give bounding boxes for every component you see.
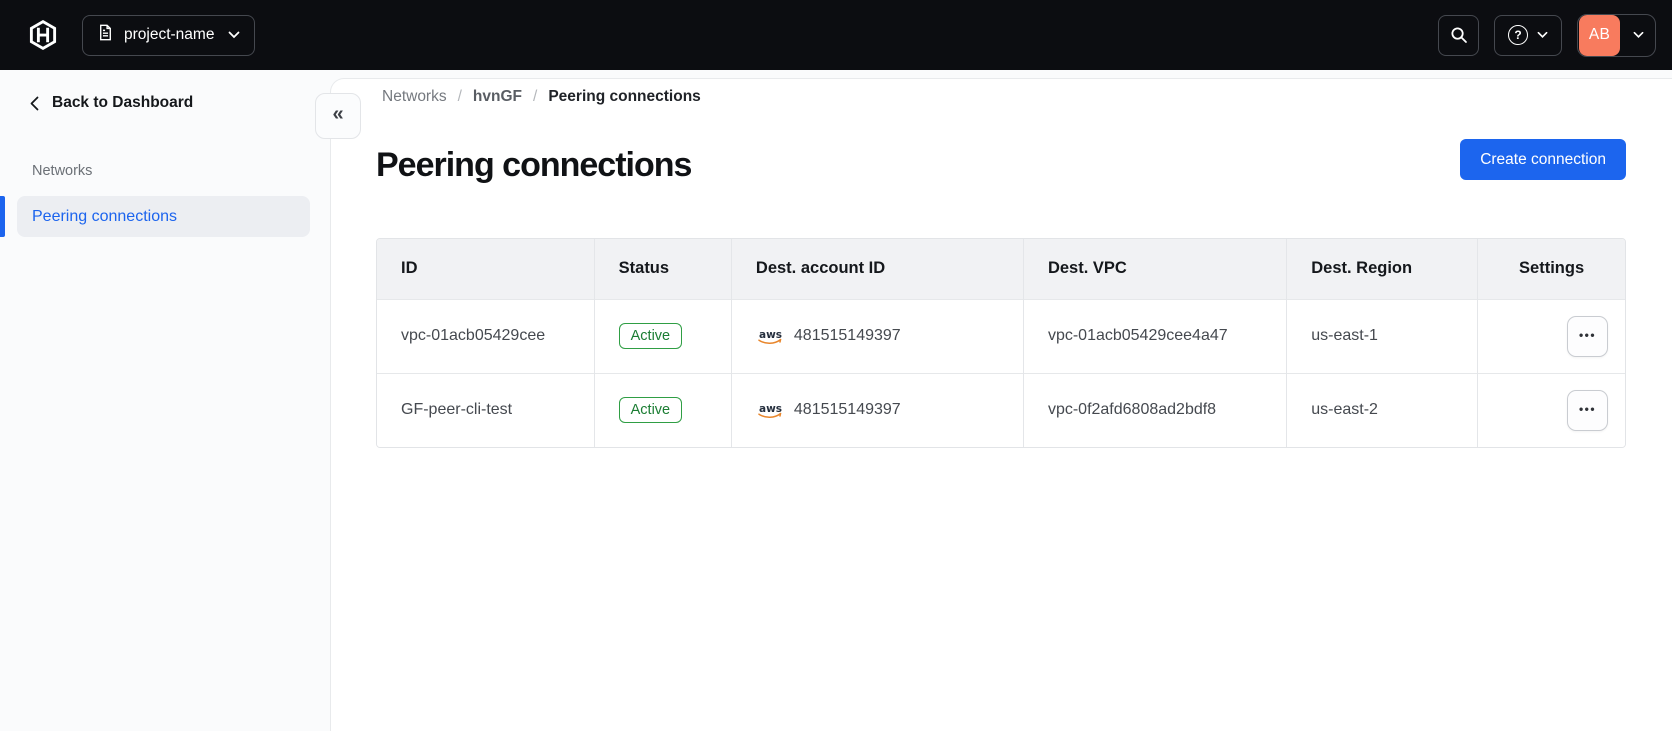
- back-to-dashboard-link[interactable]: Back to Dashboard: [30, 94, 193, 112]
- cell-vpc: vpc-0f2afd6808ad2bdf8: [1022, 372, 1287, 447]
- column-header-status: Status: [593, 239, 732, 299]
- sidebar-section-networks: Networks: [32, 163, 93, 179]
- ellipsis-icon: •••: [1578, 402, 1597, 417]
- avatar: AB: [1579, 14, 1620, 56]
- svg-text:aws: aws: [759, 329, 782, 341]
- column-header-settings: Settings: [1477, 239, 1625, 299]
- project-switcher-dropdown[interactable]: project-name: [82, 14, 256, 56]
- status-badge: Active: [618, 323, 683, 349]
- ellipsis-icon: •••: [1578, 328, 1597, 342]
- active-item-indicator: [0, 196, 5, 237]
- aws-logo-icon: aws: [758, 329, 782, 344]
- breadcrumb-item-current: Peering connections: [548, 88, 701, 105]
- row-actions-button[interactable]: •••: [1567, 389, 1608, 431]
- cell-id: GF-peer-cli-test: [377, 372, 595, 447]
- cell-region: us-east-1: [1286, 298, 1478, 373]
- help-menu-button[interactable]: ?: [1494, 14, 1562, 56]
- cell-account-id: aws 481515149397: [730, 372, 1024, 447]
- breadcrumb-item-networks[interactable]: Networks: [382, 88, 447, 106]
- sidebar-collapse-button[interactable]: «: [315, 93, 361, 139]
- breadcrumb: Networks / hvnGF / Peering connections: [382, 88, 701, 106]
- cell-account-id: aws 481515149397: [730, 298, 1024, 373]
- breadcrumb-separator: /: [457, 88, 462, 105]
- sidebar: Back to Dashboard Networks Peering conne…: [0, 70, 330, 731]
- column-header-dest-region: Dest. Region: [1286, 239, 1478, 299]
- collapse-icon: «: [332, 103, 344, 125]
- cell-status: Active: [593, 298, 732, 373]
- table-row: vpc-01acb05429cee Active aws 48151514939…: [377, 298, 1625, 373]
- search-icon: [1450, 26, 1468, 44]
- cell-settings: •••: [1477, 298, 1625, 373]
- chevron-down-icon: [1537, 31, 1548, 39]
- cell-settings: •••: [1477, 372, 1625, 447]
- peering-connections-table: ID Status Dest. account ID Dest. VPC Des…: [376, 238, 1626, 448]
- cell-id: vpc-01acb05429cee: [377, 298, 595, 373]
- user-menu-button[interactable]: AB: [1577, 13, 1656, 57]
- help-icon: ?: [1508, 25, 1528, 45]
- breadcrumb-separator: /: [533, 88, 538, 105]
- breadcrumb-item-hvn[interactable]: hvnGF: [473, 88, 522, 106]
- status-badge: Active: [618, 397, 683, 424]
- topbar-actions: ? AB: [1438, 13, 1656, 57]
- cell-region: us-east-2: [1286, 372, 1478, 447]
- document-icon: [97, 24, 114, 46]
- svg-text:aws: aws: [759, 403, 782, 415]
- topbar: project-name ? AB: [0, 0, 1672, 70]
- sidebar-item-peering-connections[interactable]: Peering connections: [17, 196, 310, 237]
- chevron-down-icon: [1621, 31, 1655, 39]
- sidebar-item-label: Peering connections: [32, 207, 177, 225]
- back-to-dashboard-label: Back to Dashboard: [52, 94, 194, 111]
- account-id-value: 481515149397: [793, 401, 901, 419]
- account-id-value: 481515149397: [793, 327, 901, 344]
- chevron-left-icon: [30, 96, 39, 111]
- column-header-id: ID: [377, 239, 595, 299]
- cell-status: Active: [593, 372, 732, 447]
- page-title: Peering connections: [376, 146, 692, 184]
- search-button[interactable]: [1438, 14, 1479, 56]
- main-panel: Networks / hvnGF / Peering connections P…: [330, 78, 1672, 731]
- row-actions-button[interactable]: •••: [1567, 315, 1608, 357]
- project-switcher-label: project-name: [124, 26, 215, 43]
- table-header-row: ID Status Dest. account ID Dest. VPC Des…: [377, 239, 1625, 299]
- hashicorp-logo-icon: [28, 20, 58, 50]
- column-header-dest-account-id: Dest. account ID: [730, 239, 1024, 299]
- column-header-dest-vpc: Dest. VPC: [1022, 239, 1287, 299]
- create-connection-button[interactable]: Create connection: [1460, 139, 1626, 180]
- table-row: GF-peer-cli-test Active aws 481515149397: [377, 372, 1625, 447]
- page-header: Peering connections Create connection: [376, 139, 1626, 186]
- aws-logo-icon: aws: [758, 403, 782, 418]
- chevron-down-icon: [228, 31, 240, 39]
- cell-vpc: vpc-01acb05429cee4a47: [1022, 298, 1287, 373]
